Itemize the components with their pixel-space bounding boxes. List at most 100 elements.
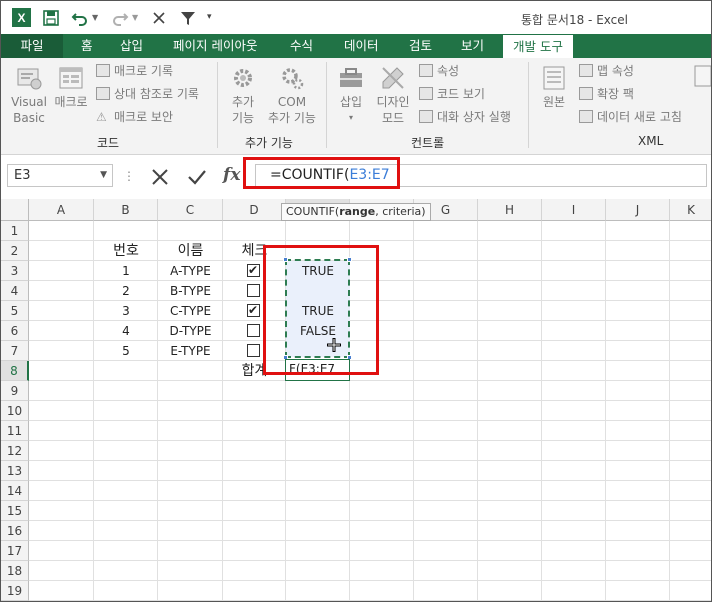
row-header-4[interactable]: 4 bbox=[1, 281, 29, 301]
number-cell[interactable]: 1 bbox=[94, 261, 158, 281]
tab-data[interactable]: 데이터 bbox=[344, 34, 379, 58]
name-cell[interactable]: E-TYPE bbox=[158, 341, 223, 361]
tab-developer[interactable]: 개발 도구 bbox=[503, 34, 573, 58]
select-all-corner[interactable] bbox=[1, 199, 29, 221]
column-header-d[interactable]: D bbox=[223, 199, 286, 221]
checkbox[interactable] bbox=[247, 344, 260, 357]
record-macro-label: 매크로 기록 bbox=[114, 64, 174, 78]
relative-reference-button[interactable]: 상대 참조로 기록 bbox=[96, 85, 199, 103]
row-header-7[interactable]: 7 bbox=[1, 341, 29, 361]
design-mode-icon bbox=[382, 67, 404, 89]
row-header-6[interactable]: 6 bbox=[1, 321, 29, 341]
name-cell[interactable]: D-TYPE bbox=[158, 321, 223, 341]
import-icon[interactable] bbox=[693, 64, 712, 92]
tab-view[interactable]: 보기 bbox=[461, 34, 484, 58]
redo-dropdown-icon[interactable]: ▼ bbox=[132, 13, 138, 22]
record-macro-button[interactable]: 매크로 기록 bbox=[96, 62, 173, 80]
row-header-10[interactable]: 10 bbox=[1, 401, 29, 421]
function-tooltip[interactable]: COUNTIF(range, criteria) bbox=[281, 203, 431, 221]
insert-control-button[interactable]: 삽입 ▾ bbox=[333, 64, 369, 126]
addins-button[interactable]: 추가 기능 bbox=[223, 64, 263, 126]
tab-file[interactable]: 파일 bbox=[1, 34, 63, 58]
row-header-2[interactable]: 2 bbox=[1, 241, 29, 261]
tab-review[interactable]: 검토 bbox=[409, 34, 432, 58]
tab-page-layout[interactable]: 페이지 레이아웃 bbox=[173, 34, 257, 58]
name-cell[interactable]: A-TYPE bbox=[158, 261, 223, 281]
name-box[interactable]: E3 ▼ bbox=[7, 164, 113, 187]
checkbox[interactable] bbox=[247, 324, 260, 337]
row-header-14[interactable]: 14 bbox=[1, 481, 29, 501]
cancel-icon[interactable] bbox=[151, 168, 169, 186]
gridline bbox=[605, 221, 606, 601]
com-addins-button[interactable]: COM 추가 기능 bbox=[263, 64, 321, 126]
header-name-cell[interactable]: 이름 bbox=[158, 241, 223, 261]
row-header-9[interactable]: 9 bbox=[1, 381, 29, 401]
refresh-data-button[interactable]: 데이터 새로 고침 bbox=[579, 108, 682, 126]
design-mode-button[interactable]: 디자인 모드 bbox=[371, 64, 415, 126]
checkbox[interactable] bbox=[247, 302, 260, 318]
macro-button[interactable]: 매크로 bbox=[51, 64, 91, 110]
properties-button[interactable]: 속성 bbox=[419, 62, 459, 80]
undo-dropdown-icon[interactable]: ▼ bbox=[92, 13, 98, 22]
header-number-cell[interactable]: 번호 bbox=[94, 241, 158, 261]
macro-security-button[interactable]: ⚠ 매크로 보안 bbox=[96, 108, 173, 126]
insert-function-icon[interactable]: fx bbox=[223, 165, 240, 185]
com-label-2: 추가 기능 bbox=[268, 111, 316, 125]
name-cell[interactable]: B-TYPE bbox=[158, 281, 223, 301]
name-box-dropdown-icon[interactable]: ▼ bbox=[100, 165, 107, 186]
checkbox[interactable] bbox=[247, 262, 260, 278]
undo-icon[interactable] bbox=[71, 10, 89, 26]
row-header-16[interactable]: 16 bbox=[1, 521, 29, 541]
name-cell[interactable]: C-TYPE bbox=[158, 301, 223, 321]
number-cell[interactable]: 3 bbox=[94, 301, 158, 321]
relative-reference-label: 상대 참조로 기록 bbox=[114, 87, 199, 101]
tab-insert[interactable]: 삽입 bbox=[120, 34, 143, 58]
column-header-i[interactable]: I bbox=[542, 199, 606, 221]
row-header-15[interactable]: 15 bbox=[1, 501, 29, 521]
tab-home[interactable]: 홈 bbox=[81, 34, 93, 58]
relative-reference-icon bbox=[96, 87, 110, 100]
view-code-button[interactable]: 코드 보기 bbox=[419, 85, 485, 103]
addins-group-label: 추가 기능 bbox=[245, 136, 293, 150]
row-header-3[interactable]: 3 bbox=[1, 261, 29, 281]
expansion-packs-button[interactable]: 확장 팩 bbox=[579, 85, 634, 103]
macro-label: 매크로 bbox=[54, 95, 88, 109]
column-header-b[interactable]: B bbox=[94, 199, 158, 221]
row-header-1[interactable]: 1 bbox=[1, 221, 29, 241]
save-icon[interactable] bbox=[43, 10, 59, 26]
number-cell[interactable]: 5 bbox=[94, 341, 158, 361]
xml-source-button[interactable]: 원본 bbox=[534, 64, 574, 110]
filter-icon[interactable] bbox=[180, 11, 196, 26]
expansion-packs-icon bbox=[579, 87, 593, 100]
tooltip-prefix: COUNTIF( bbox=[286, 205, 340, 218]
xml-source-icon bbox=[543, 66, 565, 90]
visual-basic-button[interactable]: Visual Basic bbox=[9, 64, 49, 126]
column-header-a[interactable]: A bbox=[29, 199, 94, 221]
number-cell[interactable]: 4 bbox=[94, 321, 158, 341]
column-header-h[interactable]: H bbox=[478, 199, 542, 221]
number-cell[interactable]: 2 bbox=[94, 281, 158, 301]
customize-icon[interactable]: ▾ bbox=[207, 12, 212, 22]
view-code-icon bbox=[419, 87, 433, 100]
row-header-12[interactable]: 12 bbox=[1, 441, 29, 461]
tooltip-suffix: , criteria) bbox=[375, 205, 426, 218]
name-box-value: E3 bbox=[14, 168, 31, 183]
row-header-13[interactable]: 13 bbox=[1, 461, 29, 481]
row-header-18[interactable]: 18 bbox=[1, 561, 29, 581]
tab-formulas[interactable]: 수식 bbox=[290, 34, 313, 58]
refresh-data-icon bbox=[579, 110, 593, 123]
column-header-j[interactable]: J bbox=[606, 199, 670, 221]
close-icon[interactable] bbox=[153, 12, 165, 24]
map-properties-button[interactable]: 맵 속성 bbox=[579, 62, 634, 80]
row-header-8[interactable]: 8 bbox=[1, 361, 29, 381]
checkbox[interactable] bbox=[247, 284, 260, 297]
row-header-5[interactable]: 5 bbox=[1, 301, 29, 321]
row-header-17[interactable]: 17 bbox=[1, 541, 29, 561]
run-dialog-button[interactable]: 대화 상자 실행 bbox=[419, 108, 511, 126]
column-header-c[interactable]: C bbox=[158, 199, 223, 221]
column-header-k[interactable]: K bbox=[670, 199, 711, 221]
row-header-19[interactable]: 19 bbox=[1, 581, 29, 601]
enter-icon[interactable] bbox=[187, 168, 207, 186]
row-header-11[interactable]: 11 bbox=[1, 421, 29, 441]
redo-icon[interactable] bbox=[111, 10, 129, 26]
